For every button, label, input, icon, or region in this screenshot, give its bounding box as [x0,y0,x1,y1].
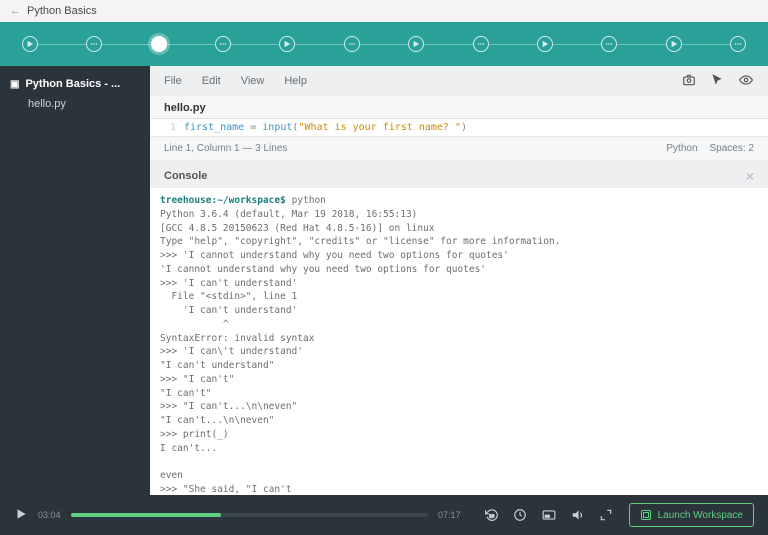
folder-icon: ▣ [10,79,19,90]
file-tab[interactable]: hello.py [150,96,768,119]
console-title: Console [164,170,207,182]
editor-status-bar: Line 1, Column 1 — 3 Lines Python Spaces… [150,136,768,160]
file-tab-label: hello.py [164,102,206,114]
indent-mode[interactable]: Spaces: 2 [710,143,754,154]
play-button[interactable] [14,507,28,523]
course-progress-strip [0,22,768,66]
progress-line [22,44,746,45]
menu-file[interactable]: File [164,75,182,87]
fullscreen-icon[interactable] [599,508,613,522]
step-4[interactable] [215,36,231,52]
camera-icon[interactable] [682,73,696,90]
menu-bar: File Edit View Help [150,66,768,96]
speed-icon[interactable] [513,508,527,522]
language-mode[interactable]: Python [666,143,697,154]
svg-text:cc: cc [544,513,549,518]
step-3-current[interactable] [151,36,167,52]
menu-edit[interactable]: Edit [202,75,221,87]
file-tree-sidebar: ▣ Python Basics - ... hello.py [0,66,150,495]
launch-label: Launch Workspace [658,510,743,521]
sidebar-file[interactable]: hello.py [0,94,150,114]
workspace-area: ▣ Python Basics - ... hello.py File Edit… [0,66,768,495]
current-time: 03:04 [38,510,61,520]
code-editor[interactable]: 1 first_name = input("What is your first… [150,119,768,136]
step-5[interactable] [279,36,295,52]
menu-view[interactable]: View [241,75,265,87]
video-player-bar: 03:04 07:17 10 cc Launch Workspace [0,495,768,535]
line-number: 1 [164,122,184,133]
console-header: Console × [150,160,768,188]
step-12[interactable] [730,36,746,52]
launch-workspace-button[interactable]: Launch Workspace [629,503,754,527]
step-10[interactable] [601,36,617,52]
close-console-icon[interactable]: × [746,168,754,184]
editor-panel: File Edit View Help hello.py 1 first_nam… [150,66,768,495]
step-11[interactable] [666,36,682,52]
cursor-icon[interactable] [710,73,724,90]
back-arrow-icon[interactable]: ← [10,5,21,17]
menu-help[interactable]: Help [284,75,307,87]
step-1[interactable] [22,36,38,52]
svg-text:10: 10 [489,513,495,518]
step-7[interactable] [408,36,424,52]
step-2[interactable] [86,36,102,52]
step-9[interactable] [537,36,553,52]
rewind-icon[interactable]: 10 [485,508,499,522]
console-output[interactable]: treehouse:~/workspace$ python Python 3.6… [150,188,768,495]
sidebar-folder[interactable]: ▣ Python Basics - ... [0,74,150,94]
captions-icon[interactable]: cc [541,508,557,522]
total-time: 07:17 [438,510,461,520]
breadcrumb-bar: ← Python Basics [0,0,768,22]
workspace-icon [640,509,652,521]
page-title: Python Basics [27,5,97,17]
seek-track[interactable] [71,513,429,517]
seek-progress [71,513,221,517]
code-line-1: first_name = input("What is your first n… [184,122,467,133]
step-8[interactable] [473,36,489,52]
folder-label: Python Basics - ... [25,78,120,90]
eye-icon[interactable] [738,73,754,90]
step-6[interactable] [344,36,360,52]
cursor-position: Line 1, Column 1 — 3 Lines [164,143,287,154]
volume-icon[interactable] [571,508,585,522]
file-label: hello.py [28,98,66,110]
